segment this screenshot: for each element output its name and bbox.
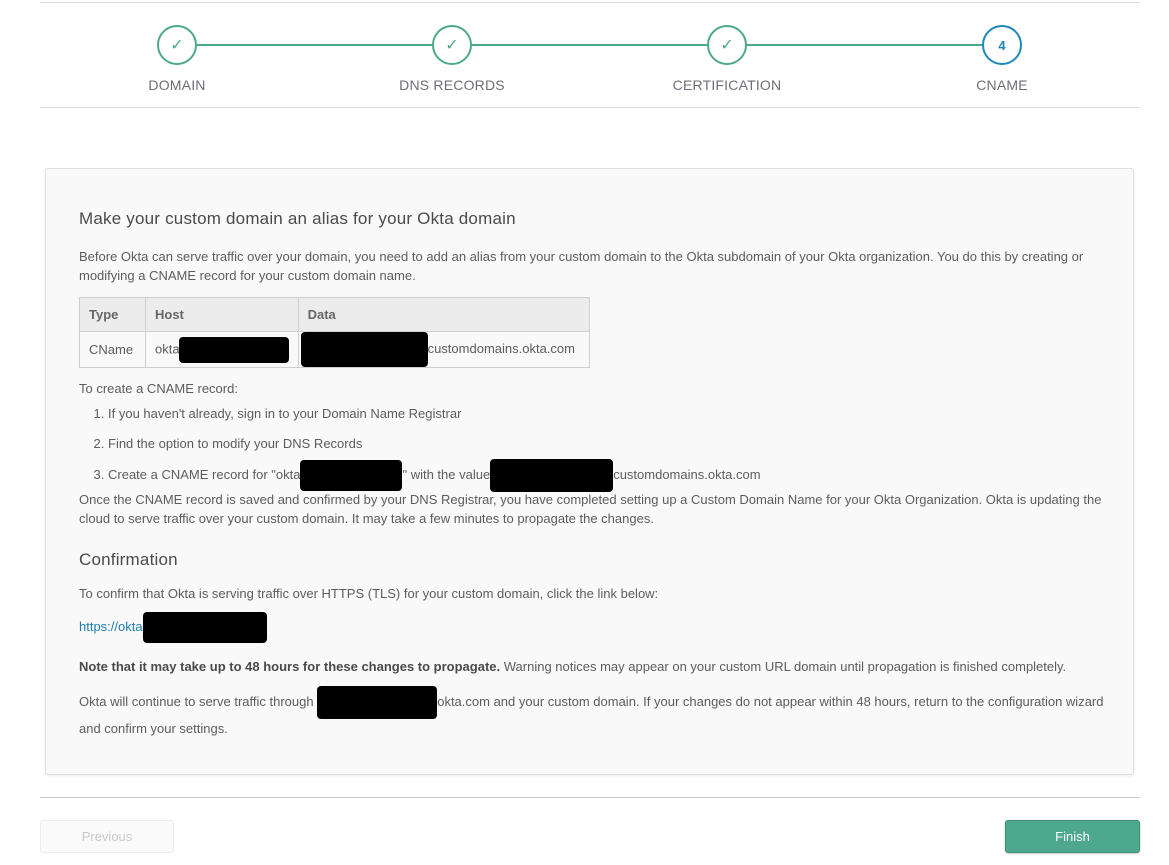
redacted-block	[300, 460, 403, 491]
redacted-block	[317, 686, 438, 719]
list-item: If you haven't already, sign in to your …	[108, 399, 1109, 429]
step3-text-b: " with the value	[402, 466, 491, 482]
check-icon: ✓	[432, 25, 472, 65]
intro-text: Before Okta can serve traffic over your …	[79, 249, 1084, 283]
propagation-note-bold: Note that it may take up to 48 hours for…	[79, 659, 501, 674]
record-host-cell: okta	[145, 331, 299, 368]
cname-instructions-card: Make your custom domain an alias for you…	[45, 168, 1134, 775]
finish-button[interactable]: Finish	[1005, 820, 1140, 853]
footer-divider	[40, 797, 1140, 798]
table-header: Type	[79, 297, 146, 332]
step-domain: ✓ DOMAIN	[97, 25, 257, 93]
confirmation-heading: Confirmation	[79, 550, 178, 569]
data-suffix: customdomains.okta.com	[427, 340, 575, 356]
record-type-cell: CName	[79, 331, 146, 368]
list-item: Create a CNAME record for "okta " with th…	[108, 459, 1109, 492]
step-certification: ✓ CERTIFICATION	[647, 25, 807, 93]
step-label: DNS RECORDS	[399, 77, 505, 93]
host-prefix: okta	[155, 340, 180, 356]
redacted-block	[300, 332, 428, 367]
continue-text-a: Okta will continue to serve traffic thro…	[79, 693, 318, 709]
cname-record-table: Type Host Data CName okta customdomains.…	[79, 297, 590, 368]
step3-text-a: Create a CNAME record for "okta	[108, 466, 301, 482]
record-data-cell: customdomains.okta.com	[297, 331, 590, 368]
redacted-block	[142, 612, 267, 643]
redacted-block	[490, 459, 614, 492]
check-icon: ✓	[157, 25, 197, 65]
wizard-stepper: ✓ DOMAIN ✓ DNS RECORDS ✓ CERTIFICATION 4…	[40, 0, 1140, 108]
cname-steps-list: If you haven't already, sign in to your …	[108, 399, 1109, 492]
confirm-link-row: https://okta	[79, 612, 1109, 643]
howto-intro: To create a CNAME record:	[79, 381, 238, 396]
step-label: DOMAIN	[148, 77, 206, 93]
table-header: Data	[297, 297, 590, 332]
propagation-note: Note that it may take up to 48 hours for…	[79, 657, 1109, 676]
check-icon: ✓	[707, 25, 747, 65]
table-row: CName okta customdomains.okta.com	[79, 331, 590, 368]
redacted-block	[178, 336, 289, 363]
confirm-intro: To confirm that Okta is serving traffic …	[79, 586, 659, 601]
table-header: Host	[145, 297, 299, 332]
previous-button[interactable]: Previous	[40, 820, 174, 853]
step-label: CNAME	[976, 77, 1028, 93]
step-label: CERTIFICATION	[672, 77, 782, 93]
link-prefix: https://okta	[79, 618, 143, 634]
step-cname: 4 CNAME	[922, 25, 1082, 93]
page-title: Make your custom domain an alias for you…	[79, 209, 516, 228]
step-number-badge: 4	[982, 25, 1022, 65]
list-item: Find the option to modify your DNS Recor…	[108, 429, 1109, 459]
continue-note: Okta will continue to serve traffic thro…	[79, 686, 1109, 738]
propagation-note-text: Warning notices may appear on your custo…	[500, 659, 1067, 674]
step3-text-c: customdomains.okta.com	[613, 466, 761, 482]
confirm-url-link[interactable]: https://okta	[79, 612, 267, 643]
step-dns-records: ✓ DNS RECORDS	[372, 25, 532, 93]
saved-note: Once the CNAME record is saved and confi…	[79, 492, 1102, 526]
